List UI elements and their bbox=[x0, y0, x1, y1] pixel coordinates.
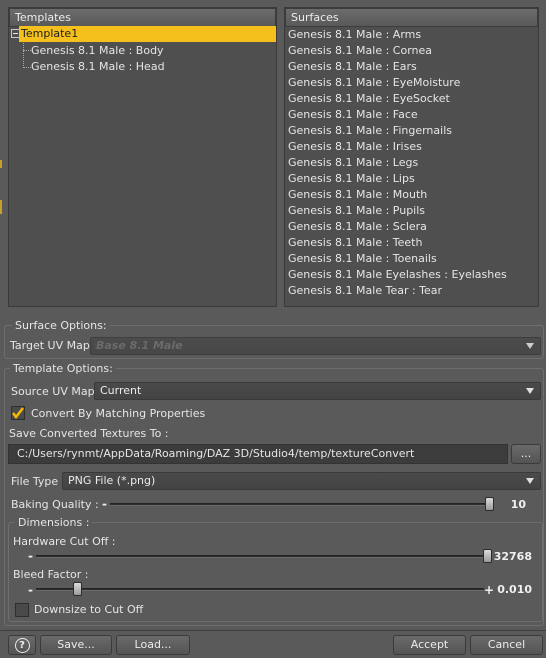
convert-checkbox[interactable] bbox=[11, 406, 25, 420]
surface-item[interactable]: Genesis 8.1 Male : Irises bbox=[285, 139, 507, 155]
baking-quality-label: Baking Quality : bbox=[11, 498, 99, 511]
hardware-cutoff-handle[interactable] bbox=[483, 549, 492, 563]
accept-button[interactable]: Accept bbox=[393, 635, 466, 655]
load-button-label: Load... bbox=[134, 638, 172, 651]
baking-quality-minus[interactable]: - bbox=[102, 498, 107, 510]
baking-quality-track[interactable] bbox=[110, 503, 490, 506]
cancel-button-label: Cancel bbox=[487, 638, 526, 651]
convert-label: Convert By Matching Properties bbox=[31, 407, 206, 420]
templates-panel: Templates Template1 Genesis 8.1 Male : B… bbox=[8, 7, 277, 307]
tree-item-head-label: Genesis 8.1 Male : Head bbox=[31, 60, 165, 73]
surface-item[interactable]: Genesis 8.1 Male : Ears bbox=[285, 59, 507, 75]
surface-item[interactable]: Genesis 8.1 Male Eyelashes : Eyelashes bbox=[285, 267, 507, 283]
collapse-icon-minus bbox=[13, 33, 18, 34]
tree-item-template1-label: Template1 bbox=[21, 27, 79, 40]
tree-item-body-label: Genesis 8.1 Male : Body bbox=[31, 44, 164, 57]
surfaces-header: Surfaces bbox=[285, 8, 538, 27]
footer-divider bbox=[0, 630, 546, 631]
surfaces-panel: Surfaces Genesis 8.1 Male : Arms Genesis … bbox=[284, 7, 539, 307]
checkmark-icon bbox=[11, 407, 25, 420]
surface-options-title: Surface Options: bbox=[12, 319, 110, 332]
hardware-cutoff-label: Hardware Cut Off : bbox=[13, 535, 116, 548]
hardware-cutoff-minus[interactable]: - bbox=[28, 550, 33, 562]
surface-list: Genesis 8.1 Male : Arms Genesis 8.1 Male … bbox=[285, 27, 507, 299]
surface-item[interactable]: Genesis 8.1 Male : Face bbox=[285, 107, 507, 123]
bleed-factor-handle[interactable] bbox=[72, 582, 82, 596]
surface-item[interactable]: Genesis 8.1 Male : Legs bbox=[285, 155, 507, 171]
target-uv-value: Base 8.1 Male bbox=[96, 339, 183, 352]
hardware-cutoff-track[interactable] bbox=[36, 555, 488, 558]
tree-branch-1 bbox=[23, 50, 31, 51]
baking-quality-value: 10 bbox=[510, 498, 526, 511]
surface-item[interactable]: Genesis 8.1 Male : Sclera bbox=[285, 219, 507, 235]
tree-lines bbox=[23, 41, 24, 68]
surface-item[interactable]: Genesis 8.1 Male : Toenails bbox=[285, 251, 507, 267]
surface-item[interactable]: Genesis 8.1 Male Tear : Tear bbox=[285, 283, 507, 299]
bleed-factor-value: 0.010 bbox=[497, 583, 532, 596]
surface-item[interactable]: Genesis 8.1 Male : Cornea bbox=[285, 43, 507, 59]
bleed-factor-minus[interactable]: - bbox=[28, 584, 33, 596]
help-icon: ? bbox=[14, 638, 30, 653]
surface-item[interactable]: Genesis 8.1 Male : Mouth bbox=[285, 187, 507, 203]
cancel-button[interactable]: Cancel bbox=[470, 635, 543, 655]
surface-item[interactable]: Genesis 8.1 Male : Fingernails bbox=[285, 123, 507, 139]
bleed-factor-label: Bleed Factor : bbox=[13, 568, 89, 581]
source-uv-value: Current bbox=[100, 384, 142, 397]
templates-header: Templates bbox=[9, 8, 276, 27]
splitter-mark bbox=[0, 160, 2, 168]
target-uv-select[interactable]: Base 8.1 Male bbox=[90, 337, 541, 355]
surface-item[interactable]: Genesis 8.1 Male : Lips bbox=[285, 171, 507, 187]
save-button-label: Save... bbox=[57, 638, 95, 651]
surface-item[interactable]: Genesis 8.1 Male : Pupils bbox=[285, 203, 507, 219]
downsize-checkbox[interactable] bbox=[15, 603, 29, 617]
file-type-value: PNG File (*.png) bbox=[68, 474, 156, 487]
file-type-label: File Type : bbox=[11, 475, 66, 488]
load-button[interactable]: Load... bbox=[116, 635, 190, 655]
downsize-label: Downsize to Cut Off bbox=[34, 603, 144, 616]
accept-button-label: Accept bbox=[410, 638, 449, 651]
chevron-down-icon bbox=[526, 343, 534, 349]
hardware-cutoff-value: 32768 bbox=[493, 550, 532, 563]
browse-button[interactable]: ... bbox=[511, 444, 541, 464]
bleed-factor-track[interactable] bbox=[36, 588, 484, 591]
target-uv-label: Target UV Map : bbox=[10, 339, 98, 352]
save-path-field[interactable]: C:/Users/rynmt/AppData/Roaming/DAZ 3D/St… bbox=[8, 444, 508, 464]
source-uv-select[interactable]: Current bbox=[94, 382, 541, 400]
tree-item-body[interactable]: Genesis 8.1 Male : Body bbox=[31, 43, 164, 59]
help-icon-glyph: ? bbox=[19, 640, 25, 651]
save-button[interactable]: Save... bbox=[40, 635, 112, 655]
baking-quality-handle[interactable] bbox=[485, 497, 494, 511]
splitter-mark bbox=[0, 200, 2, 214]
surface-item[interactable]: Genesis 8.1 Male : Teeth bbox=[285, 235, 507, 251]
help-button[interactable]: ? bbox=[8, 635, 36, 655]
tree-branch-2 bbox=[23, 67, 31, 68]
source-uv-label: Source UV Map : bbox=[11, 385, 102, 398]
chevron-down-icon bbox=[526, 478, 534, 484]
file-type-select[interactable]: PNG File (*.png) bbox=[62, 472, 541, 490]
tree-item-template1[interactable]: Template1 bbox=[19, 26, 276, 42]
save-path-value: C:/Users/rynmt/AppData/Roaming/DAZ 3D/St… bbox=[17, 447, 415, 460]
dimensions-title: Dimensions : bbox=[15, 516, 93, 529]
save-to-label: Save Converted Textures To : bbox=[9, 427, 169, 440]
browse-button-label: ... bbox=[520, 447, 532, 460]
chevron-down-icon bbox=[526, 388, 534, 394]
surface-item[interactable]: Genesis 8.1 Male : Arms bbox=[285, 27, 507, 43]
tree-item-head[interactable]: Genesis 8.1 Male : Head bbox=[31, 59, 165, 75]
surface-item[interactable]: Genesis 8.1 Male : EyeSocket bbox=[285, 91, 507, 107]
template-options-title: Template Options: bbox=[10, 362, 116, 375]
surface-item[interactable]: Genesis 8.1 Male : EyeMoisture bbox=[285, 75, 507, 91]
